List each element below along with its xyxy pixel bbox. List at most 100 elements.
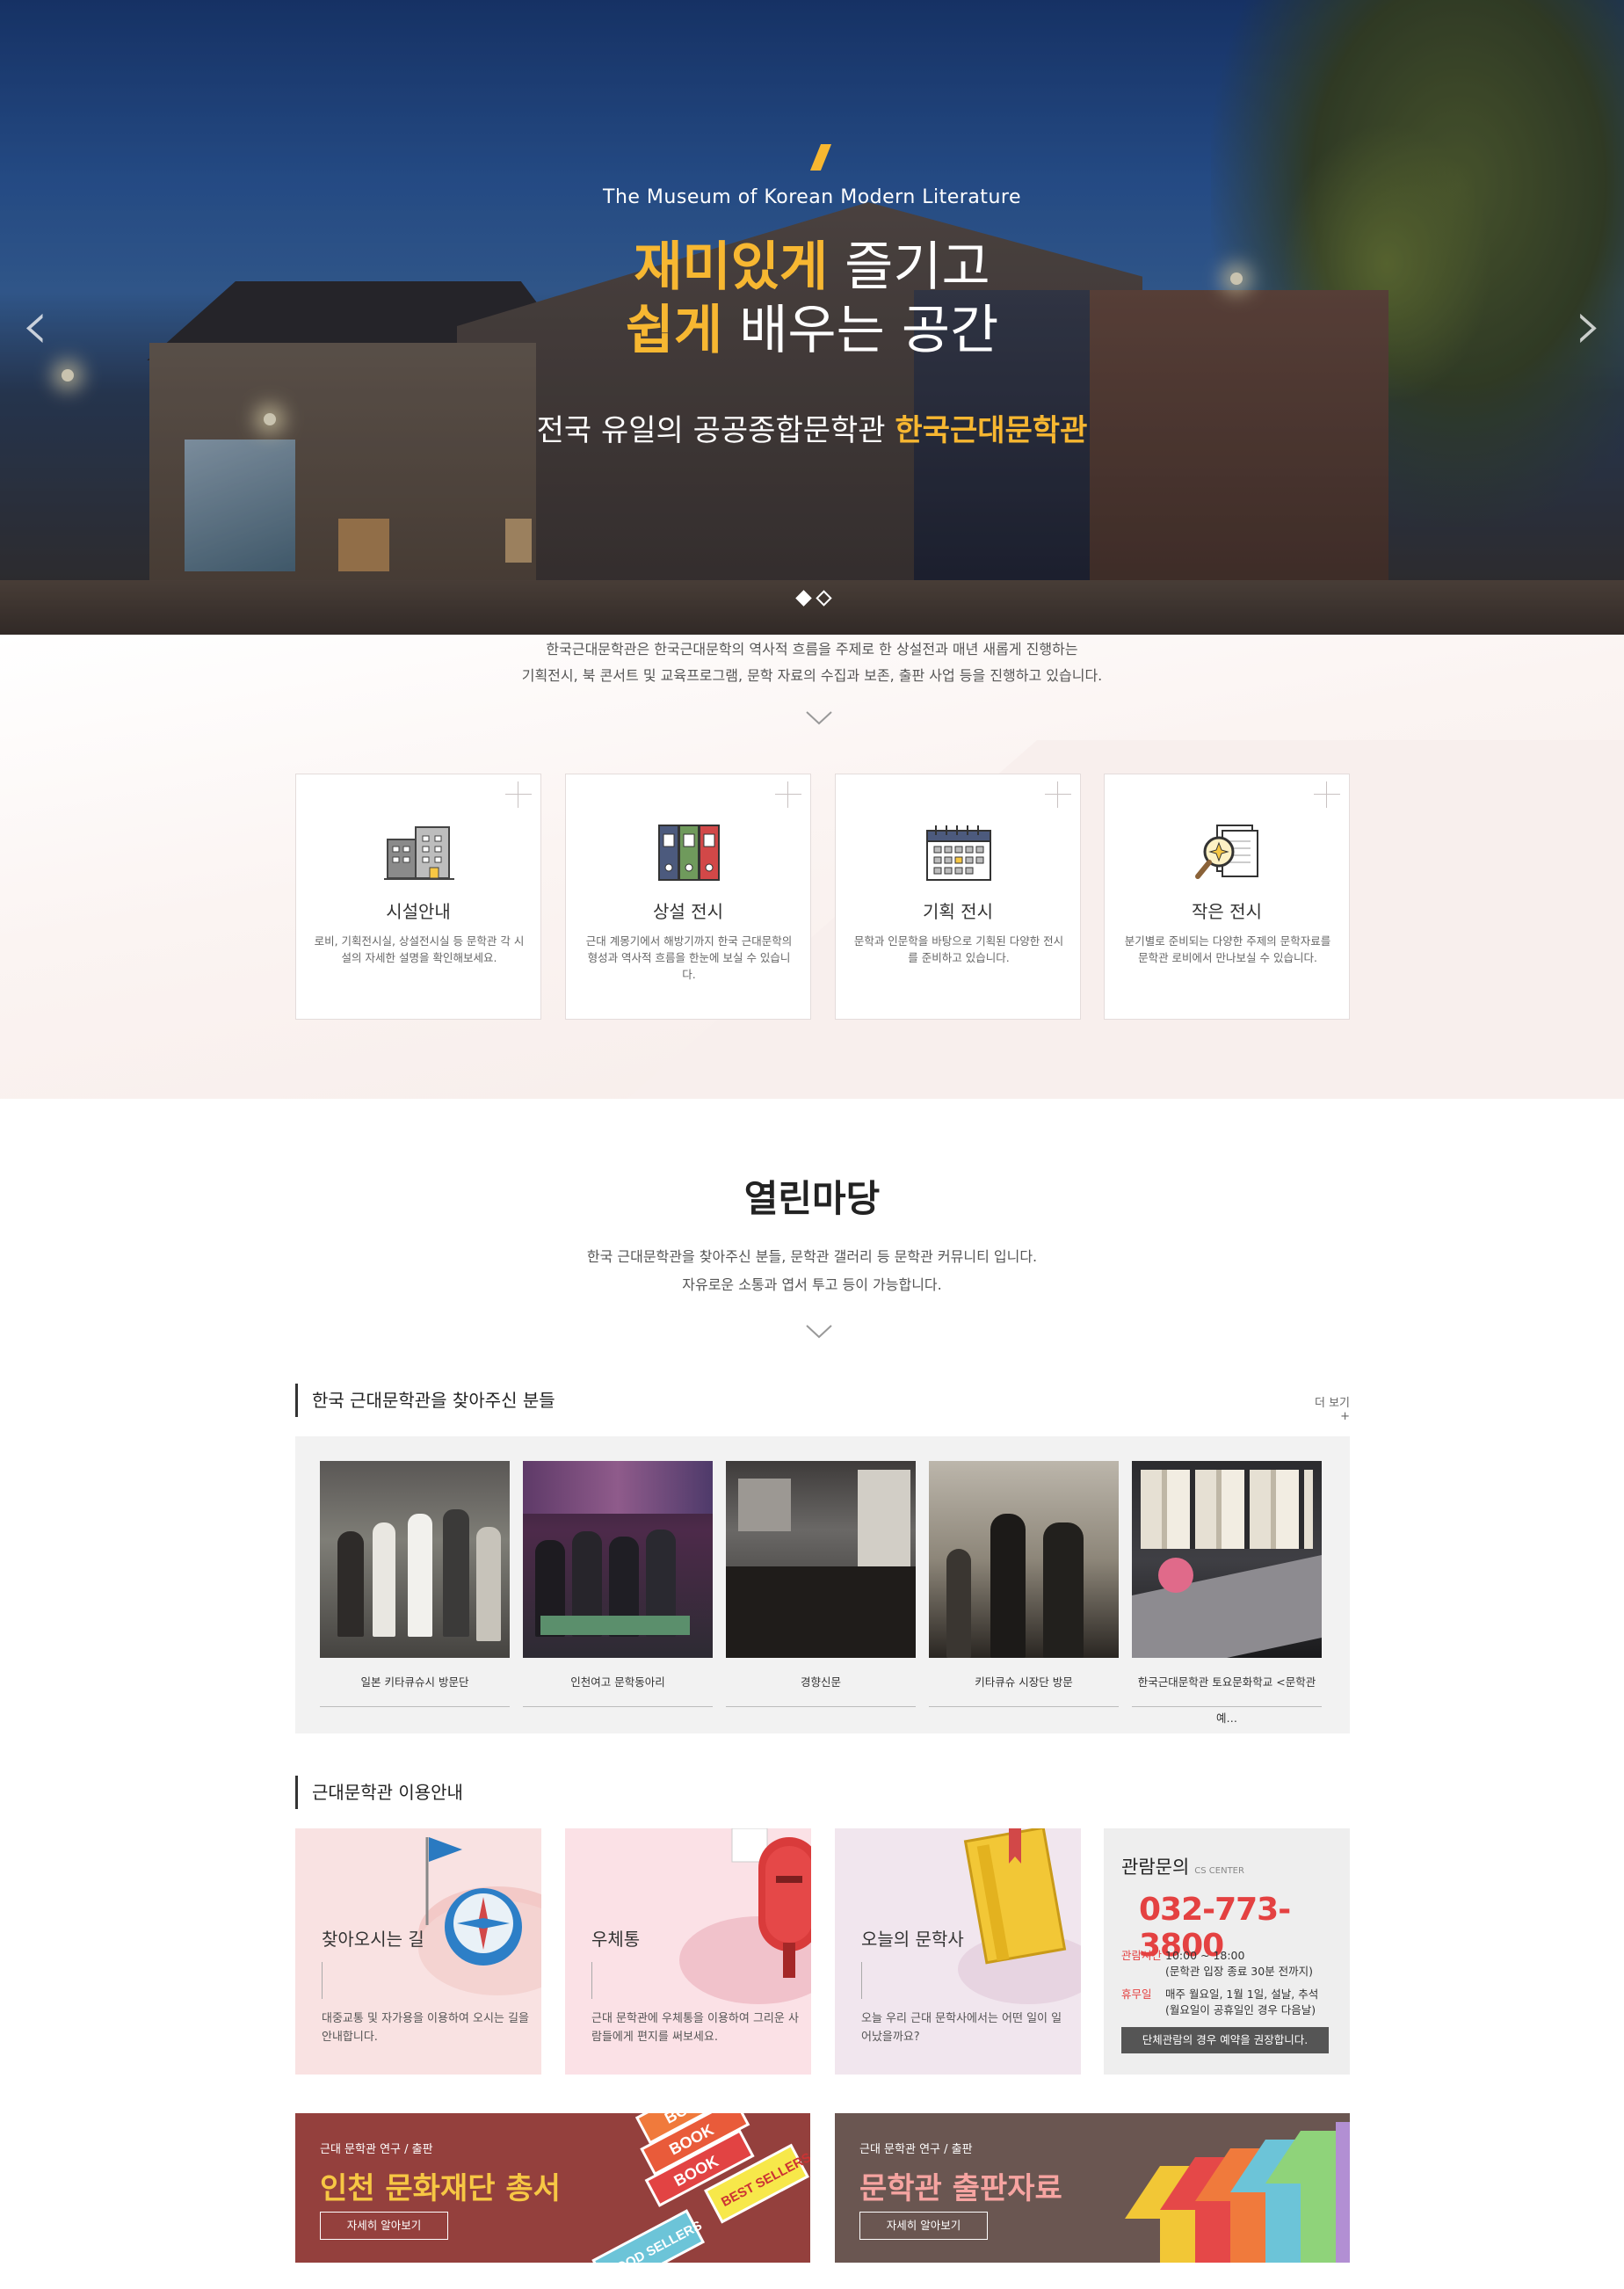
divider — [861, 1962, 862, 1999]
cs-closed-note: (월요일이 공휴일인 경우 다음날) — [1165, 2003, 1316, 2016]
card-title: 상설 전시 — [653, 901, 723, 922]
banner-title: 문학관 출판자료 — [859, 2171, 1062, 2206]
cs-center-card: 관람문의 CS CENTER 032-773-3800 관람시간 10:00 ~ 1… — [1104, 1828, 1350, 2075]
gallery-photo[interactable] — [726, 1461, 916, 1658]
gallery-photo[interactable] — [1132, 1461, 1322, 1658]
intro-line: 한국근대문학관은 한국근대문학의 역사적 흐름을 주제로 한 상설전과 매년 새… — [546, 641, 1078, 658]
usage-card-today-history[interactable]: 오늘의 문학사 오늘 우리 근대 문학사에서는 어떤 일이 일어났을까요? — [835, 1828, 1081, 2075]
usage-card-title: 오늘의 문학사 — [861, 1929, 964, 1950]
usage-card-text: 오늘 우리 근대 문학사에서는 어떤 일이 일어났을까요? — [861, 2012, 1062, 2044]
cs-closed-value: 매주 월요일, 1월 1일, 설날, 추석 — [1165, 1987, 1319, 2001]
banner-publications[interactable]: 근대 문학관 연구 / 출판 문학관 출판자료 자세히 알아보기 — [835, 2113, 1350, 2263]
gallery-photo[interactable] — [523, 1461, 713, 1658]
gallery-caption-overflow: 예… — [1215, 1711, 1237, 1725]
intro-line: 기획전시, 북 콘서트 및 교육프로그램, 문학 자료의 수집과 보존, 출판 … — [521, 667, 1103, 684]
gallery-item[interactable]: 일본 키타큐슈시 방문단 — [320, 1461, 510, 1707]
cs-hours: 관람시간 10:00 ~ 18:00 (문학관 입장 종료 30분 전까지) — [1121, 1948, 1332, 1980]
card-title: 시설안내 — [386, 901, 451, 922]
slide-dot-1[interactable] — [795, 590, 812, 607]
divider — [322, 1962, 323, 1999]
usage-card-directions[interactable]: 찾아오시는 길 대중교통 및 자가용을 이용하여 오시는 길을 안내합니다. — [295, 1828, 541, 2075]
building-icon — [384, 826, 454, 880]
gallery-item[interactable]: 한국근대문학관 토요문화학교 <문학관 예… — [1132, 1461, 1322, 1730]
mailbox-icon — [679, 1828, 811, 2004]
card-text: 로비, 기획전시실, 상설전시실 등 문학관 각 시설의 자세한 설명을 확인해… — [314, 934, 525, 964]
hero-subtitle: The Museum of Korean Modern Literature — [603, 186, 1021, 208]
headline-text: 즐기고 — [828, 236, 990, 298]
open-square-description: 한국 근대문학관을 찾아주신 분들, 문학관 갤러리 등 문학관 커뮤니티 입니… — [0, 1243, 1624, 1299]
card-small-exhibition[interactable]: 작은 전시 분기별로 준비되는 다양한 주제의 문학자료를 문학관 로비에서 만… — [1104, 774, 1350, 1020]
next-slide-arrow[interactable]: › — [1568, 290, 1603, 360]
cs-hours-value: 10:00 ~ 18:00 — [1165, 1949, 1245, 1962]
banner-category: 근대 문학관 연구 / 출판 — [859, 2143, 973, 2156]
hero-tagline: 전국 유일의 공공종합문학관 한국근대문학관 — [0, 406, 1624, 449]
magnifier-document-icon — [1195, 825, 1258, 879]
more-link[interactable]: 더 보기+ — [1308, 1393, 1350, 1423]
cs-closed: 휴무일 매주 월요일, 1월 1일, 설날, 추석 (월요일이 공휴일인 경우 다음… — [1121, 1987, 1332, 2018]
slide-indicator — [795, 590, 832, 607]
banner-more-button[interactable]: 자세히 알아보기 — [320, 2212, 448, 2240]
usage-card-title: 우체통 — [591, 1929, 641, 1950]
visitors-gallery: 일본 키타큐슈시 방문단 인천여고 문학동아리 경향신문 키타큐슈 시장단 방문 — [295, 1436, 1350, 1733]
card-facility[interactable]: 시설안내 로비, 기획전시실, 상설전시실 등 문학관 각 시설의 자세한 설명… — [295, 774, 541, 1020]
page: { "hero": { "subtitle": "The Museum of K… — [0, 0, 1624, 2289]
hero-headline: 재미있게 즐기고 쉽게 배우는 공간 — [0, 236, 1624, 362]
card-text: 근대 계몽기에서 해방기까지 한국 근대문학의 형성과 역사적 흐름을 한눈에 … — [585, 934, 793, 981]
hero-slider: The Museum of Korean Modern Literature 재… — [0, 0, 1624, 635]
gallery-item[interactable]: 인천여고 문학동아리 — [523, 1461, 713, 1707]
banner-more-button[interactable]: 자세히 알아보기 — [859, 2212, 988, 2240]
usage-card-text: 대중교통 및 자가용을 이용하여 오시는 길을 안내합니다. — [322, 2012, 529, 2044]
cs-title-small: CS CENTER — [1194, 1866, 1244, 1876]
card-title: 기획 전시 — [923, 901, 993, 922]
chevron-down-icon — [806, 711, 832, 725]
gallery-caption[interactable]: 한국근대문학관 토요문화학교 <문학관 — [1132, 1658, 1322, 1707]
cs-hours-label: 관람시간 — [1121, 1949, 1163, 1962]
headline-text: 배우는 공간 — [722, 300, 999, 361]
gallery-caption[interactable]: 일본 키타큐슈시 방문단 — [320, 1658, 510, 1707]
chevron-down-icon — [806, 1325, 832, 1339]
usage-heading: 근대문학관 이용안내 — [295, 1776, 463, 1809]
plus-icon[interactable] — [1045, 781, 1071, 808]
cs-hours-note: (문학관 입장 종료 30분 전까지) — [1165, 1965, 1314, 1978]
slide-dot-2[interactable] — [816, 590, 832, 607]
tagline-text: 전국 유일의 공공종합문학관 — [536, 413, 895, 448]
usage-card-text: 근대 문학관에 우체통을 이용하여 그리운 사람들에게 편지를 써보세요. — [591, 2012, 799, 2044]
banner-incheon-series[interactable]: BOOK BOOK BOOK BEST SELLERS GOOD SELLERS… — [295, 2113, 810, 2263]
gallery-caption[interactable]: 키타큐슈 시장단 방문 — [929, 1658, 1119, 1707]
tagline-accent: 한국근대문학관 — [895, 413, 1088, 448]
book-icon — [958, 1828, 1081, 2004]
gallery-item[interactable]: 키타큐슈 시장단 방문 — [929, 1461, 1119, 1707]
group-reservation-button[interactable]: 단체관람의 경우 예약을 권장합니다. — [1121, 2027, 1329, 2053]
gallery-caption[interactable]: 인천여고 문학동아리 — [523, 1658, 713, 1707]
plus-icon[interactable] — [1314, 781, 1340, 808]
open-square-title: 열린마당 — [743, 1177, 881, 1220]
usage-card-mailbox[interactable]: 우체통 근대 문학관에 우체통을 이용하여 그리운 사람들에게 편지를 써보세요… — [565, 1828, 811, 2075]
card-text: 문학과 인문학을 바탕으로 기획된 다양한 전시를 준비하고 있습니다. — [853, 934, 1064, 964]
banner-title: 인천 문화재단 총서 — [320, 2171, 561, 2206]
binders-icon — [658, 825, 720, 881]
card-title: 작은 전시 — [1192, 901, 1262, 922]
cs-title: 관람문의 CS CENTER — [1121, 1853, 1244, 1879]
plus-icon[interactable] — [775, 781, 801, 808]
visitors-heading: 한국 근대문학관을 찾아주신 분들 — [295, 1384, 555, 1417]
banner-category: 근대 문학관 연구 / 출판 — [320, 2143, 433, 2156]
prev-slide-arrow[interactable]: ‹ — [21, 290, 56, 360]
gallery-caption[interactable]: 경향신문 — [726, 1658, 916, 1707]
intro-description: 한국근대문학관은 한국근대문학의 역사적 흐름을 주제로 한 상설전과 매년 새… — [0, 636, 1624, 689]
open-square-line: 자유로운 소통과 엽서 투고 등이 가능합니다. — [682, 1276, 942, 1293]
headline-accent: 쉽게 — [625, 300, 723, 361]
open-square-line: 한국 근대문학관을 찾아주신 분들, 문학관 갤러리 등 문학관 커뮤니티 입니… — [586, 1248, 1038, 1265]
gallery-item[interactable]: 경향신문 — [726, 1461, 916, 1707]
card-text: 분기별로 준비되는 다양한 주제의 문학자료를 문학관 로비에서 만나보실 수 … — [1124, 934, 1331, 964]
gallery-photo[interactable] — [320, 1461, 510, 1658]
card-permanent-exhibition[interactable]: 상설 전시 근대 계몽기에서 해방기까지 한국 근대문학의 형성과 역사적 흐름… — [565, 774, 811, 1020]
books-illustration: BOOK BOOK BOOK BEST SELLERS GOOD SELLERS — [591, 2113, 810, 2263]
calendar-icon — [926, 825, 991, 881]
plus-icon[interactable] — [505, 781, 532, 808]
card-special-exhibition[interactable]: 기획 전시 문학과 인문학을 바탕으로 기획된 다양한 전시를 준비하고 있습니… — [835, 774, 1081, 1020]
intro-section: 한국근대문학관은 한국근대문학의 역사적 흐름을 주제로 한 상설전과 매년 새… — [0, 635, 1624, 1099]
books-stack-illustration — [1125, 2122, 1350, 2263]
compass-flag-icon — [418, 1837, 541, 1995]
gallery-photo[interactable] — [929, 1461, 1119, 1658]
cs-title-text: 관람문의 — [1121, 1857, 1190, 1878]
